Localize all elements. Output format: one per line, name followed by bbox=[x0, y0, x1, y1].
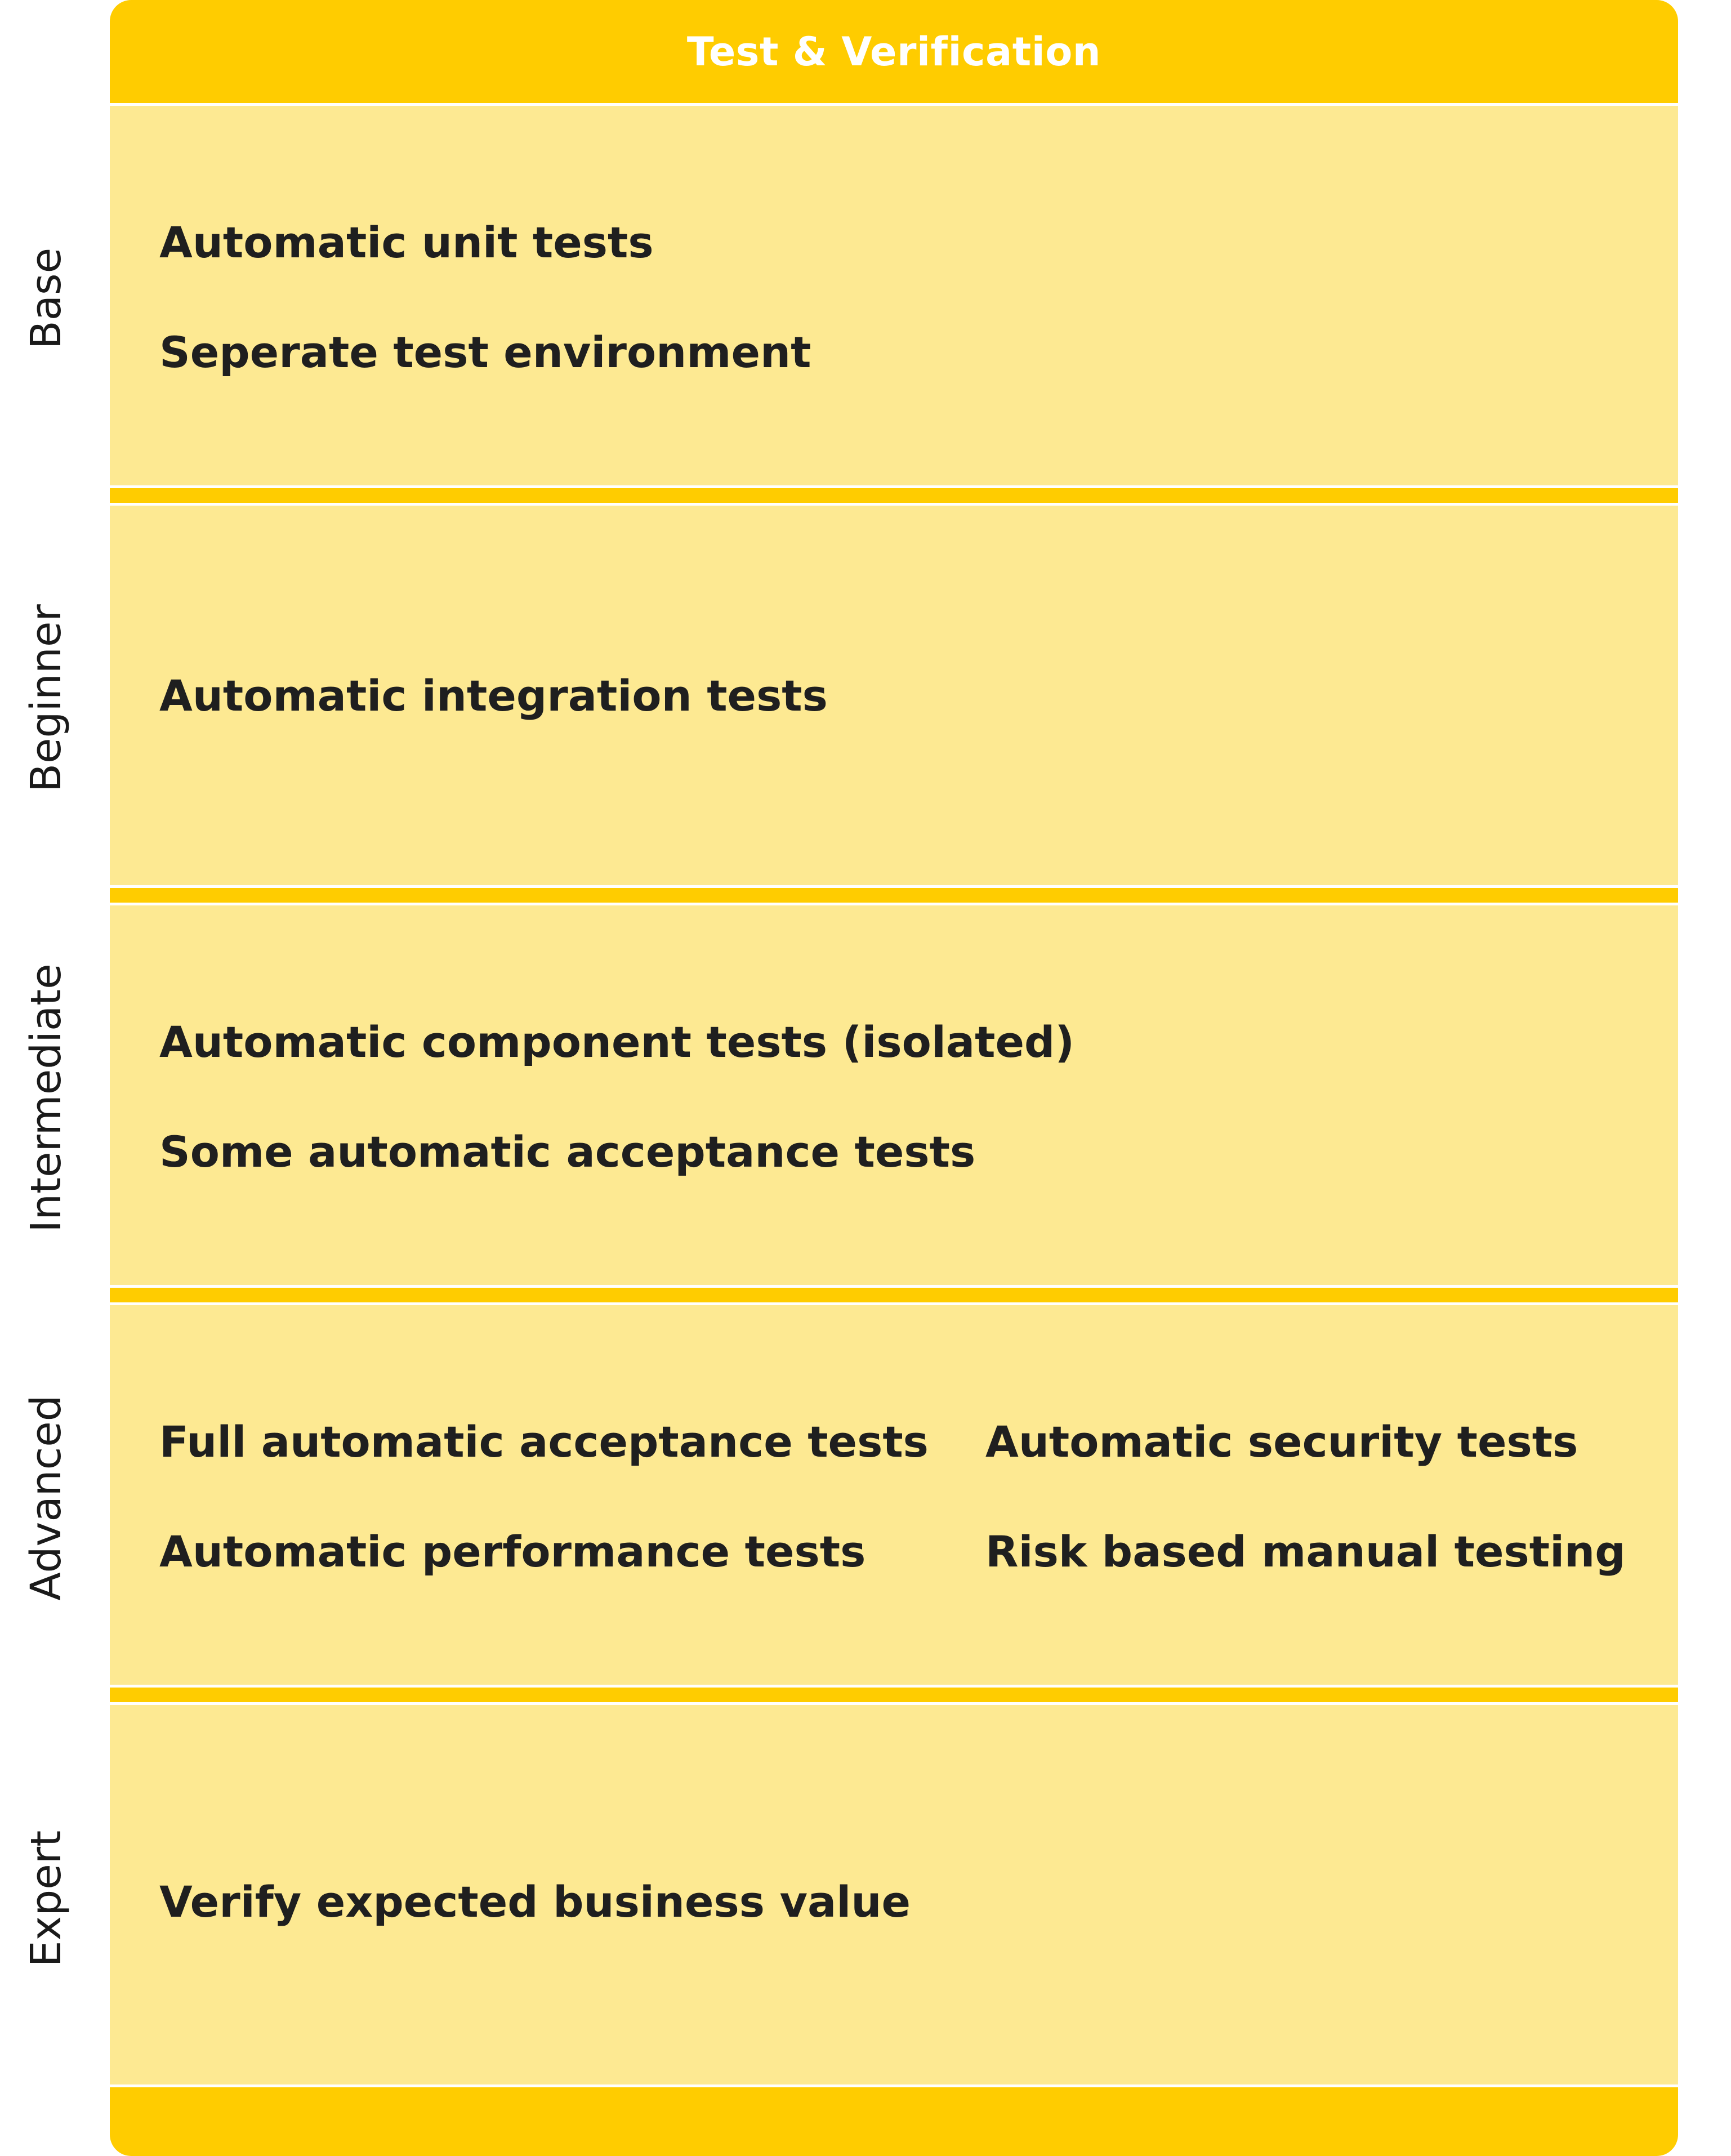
level-row-beginner: Automatic integration tests bbox=[110, 503, 1678, 888]
practice-item: Automatic performance tests bbox=[159, 1526, 866, 1577]
practice-item: Full automatic acceptance tests bbox=[159, 1417, 929, 1467]
level-row-intermediate: Automatic component tests (isolated) Som… bbox=[110, 903, 1678, 1288]
level-label-beginner: Beginner bbox=[22, 604, 70, 792]
practice-item: Seperate test environment bbox=[159, 327, 811, 377]
level-label-advanced: Advanced bbox=[22, 1395, 70, 1601]
panel-title: Test & Verification bbox=[686, 28, 1101, 75]
level-row-base: Automatic unit tests Seperate test envir… bbox=[110, 103, 1678, 488]
level-row-advanced: Full automatic acceptance tests Automati… bbox=[110, 1302, 1678, 1688]
practice-item: Risk based manual testing bbox=[985, 1526, 1626, 1577]
level-label-intermediate: Intermediate bbox=[22, 963, 70, 1233]
practice-item: Automatic component tests (isolated) bbox=[159, 1017, 1075, 1067]
practice-item: Automatic unit tests bbox=[159, 217, 654, 267]
practice-item: Automatic integration tests bbox=[159, 671, 828, 721]
practice-item: Automatic security tests bbox=[985, 1417, 1578, 1467]
practice-item: Verify expected business value bbox=[159, 1877, 911, 1927]
level-row-expert: Verify expected business value bbox=[110, 1702, 1678, 2087]
level-label-base: Base bbox=[22, 247, 70, 350]
practice-item: Some automatic acceptance tests bbox=[159, 1127, 976, 1177]
level-label-expert: Expert bbox=[22, 1830, 70, 1967]
maturity-panel: Test & Verification Automatic unit tests… bbox=[110, 0, 1678, 2156]
